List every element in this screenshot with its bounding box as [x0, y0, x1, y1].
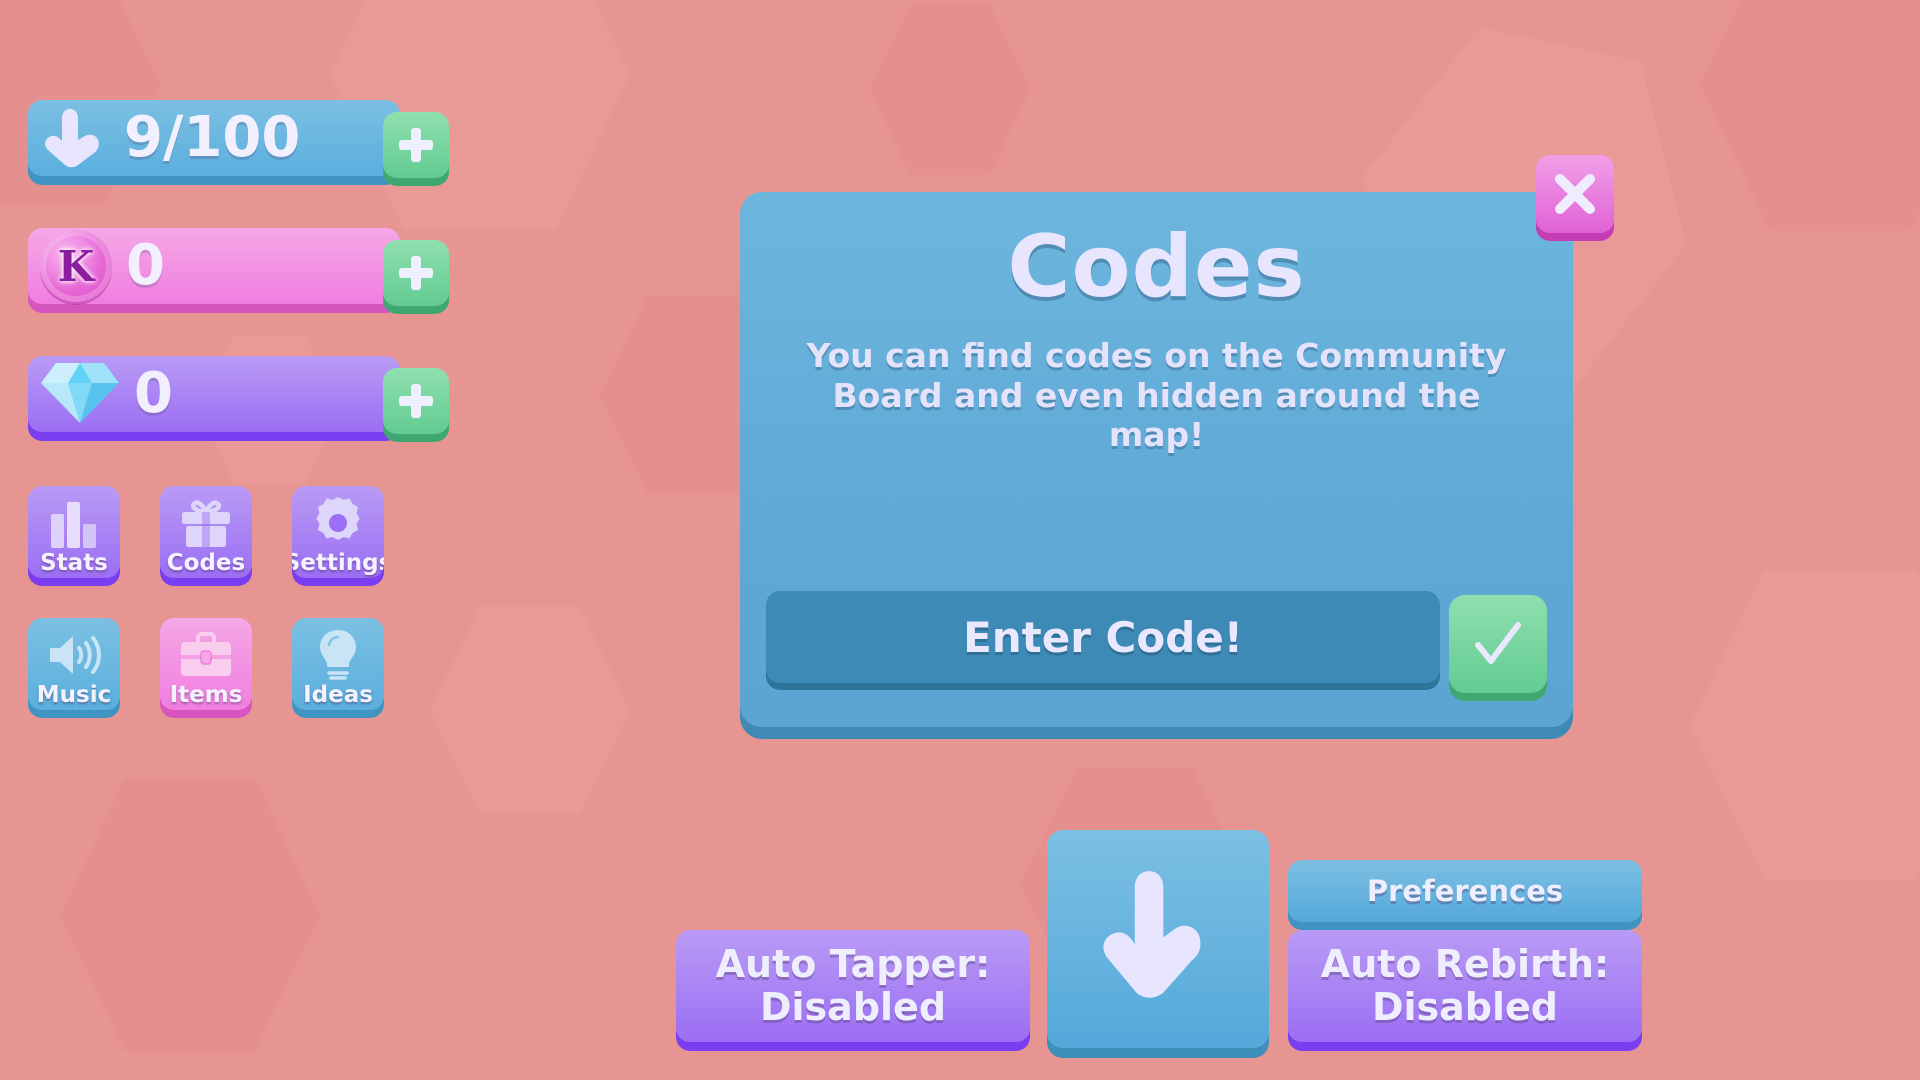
menu-tile-label: Items	[169, 682, 243, 708]
submit-code-button[interactable]	[1449, 595, 1547, 693]
taps-value: 9/100	[124, 105, 301, 170]
auto-rebirth-label: Auto Rebirth: Disabled	[1320, 942, 1610, 1029]
taps-counter-bar: 9/100	[28, 100, 400, 176]
codes-dialog: Codes You can find codes on the Communit…	[740, 192, 1573, 727]
auto-tapper-label: Auto Tapper: Disabled	[715, 942, 991, 1029]
menu-tile-settings[interactable]: Settings	[292, 486, 384, 578]
auto-rebirth-button[interactable]: Auto Rebirth: Disabled	[1288, 930, 1642, 1042]
k-coin-icon: K	[40, 230, 112, 302]
gem-icon	[40, 357, 120, 431]
lightbulb-icon	[292, 626, 384, 684]
briefcase-icon	[160, 626, 252, 684]
plus-icon	[399, 384, 433, 418]
close-dialog-button[interactable]	[1536, 155, 1614, 233]
hand-tap-icon	[1103, 871, 1201, 998]
coins-value: 0	[126, 233, 165, 298]
menu-tile-music[interactable]: Music	[28, 618, 120, 710]
menu-tile-label: Ideas	[303, 682, 373, 708]
checkmark-icon	[1475, 622, 1521, 664]
dialog-description: You can find codes on the Community Boar…	[806, 336, 1507, 455]
menu-tile-stats[interactable]: Stats	[28, 486, 120, 578]
code-input-field[interactable]: Enter Code!	[766, 591, 1440, 683]
coins-counter-bar: K 0	[28, 228, 400, 304]
speaker-icon	[28, 626, 120, 684]
menu-tile-ideas[interactable]: Ideas	[292, 618, 384, 710]
menu-tile-codes[interactable]: Codes	[160, 486, 252, 578]
plus-icon	[399, 256, 433, 290]
bar-chart-icon	[28, 494, 120, 552]
close-x-icon	[1555, 174, 1595, 214]
gear-icon	[292, 494, 384, 552]
add-gems-button[interactable]	[383, 368, 449, 434]
preferences-button[interactable]: Preferences	[1288, 860, 1642, 922]
menu-tile-label: Settings	[292, 550, 384, 576]
menu-tile-label: Music	[36, 682, 112, 708]
add-coins-button[interactable]	[383, 240, 449, 306]
auto-tapper-button[interactable]: Auto Tapper: Disabled	[676, 930, 1030, 1042]
menu-tile-label: Stats	[40, 550, 108, 576]
tap-button[interactable]	[1047, 830, 1269, 1048]
menu-tile-label: Codes	[166, 550, 246, 576]
dialog-title: Codes	[1007, 217, 1306, 317]
add-taps-button[interactable]	[383, 112, 449, 178]
gems-counter-bar: 0	[28, 356, 400, 432]
menu-tile-items[interactable]: Items	[160, 618, 252, 710]
gift-icon	[160, 494, 252, 552]
plus-icon	[399, 128, 433, 162]
gems-value: 0	[134, 361, 173, 426]
hand-tap-icon	[40, 105, 110, 171]
preferences-label: Preferences	[1366, 873, 1564, 908]
